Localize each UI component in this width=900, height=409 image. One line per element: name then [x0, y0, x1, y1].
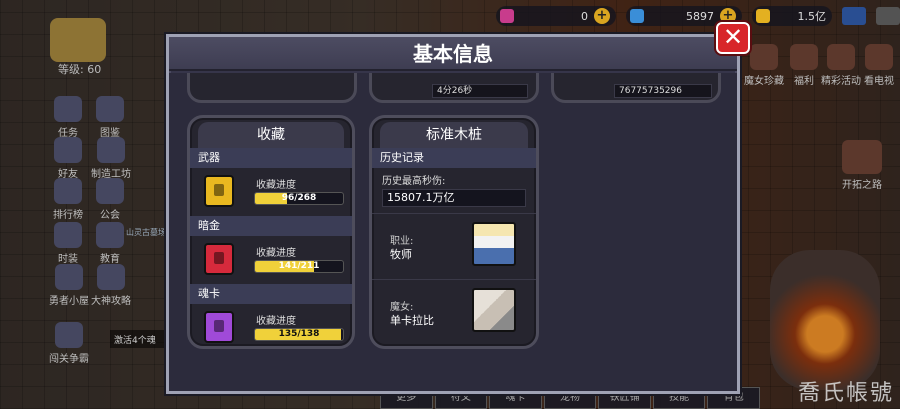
weapon-progress-bar: 96/268 — [254, 192, 344, 205]
dark-gold-collection-row[interactable]: 收藏进度 141/211 — [190, 236, 352, 284]
settings-icon[interactable] — [876, 7, 900, 25]
add-gem-button[interactable]: + — [594, 8, 610, 24]
gift-icon — [790, 44, 818, 70]
class-value: 牧师 — [390, 248, 412, 261]
dummy-title: 标准木桩 — [380, 122, 528, 148]
soul-card-progress-bar: 135/138 — [254, 328, 344, 341]
collection-card: 收藏 武器 收藏进度 96/268 暗金 收藏进度 141/211 魂卡 收藏进… — [187, 115, 355, 349]
player-avatar[interactable] — [50, 18, 106, 62]
clear-time-value: 4分26秒 — [432, 84, 528, 98]
dark-gold-section-header: 暗金 — [190, 216, 352, 236]
expedition-icon — [842, 140, 882, 174]
dialog-body[interactable]: 4分26秒 76775735296 收藏 武器 收藏进度 96/268 暗金 收… — [169, 73, 737, 391]
soul-card-icon — [204, 311, 234, 343]
fashion-icon — [54, 222, 82, 248]
arena-button[interactable]: 闯关争霸 — [44, 322, 94, 365]
house-icon — [55, 264, 83, 290]
witch-icon — [750, 44, 778, 70]
close-button[interactable]: ✕ — [716, 22, 750, 54]
codex-icon — [96, 96, 124, 122]
priest-portrait — [472, 222, 516, 266]
weapon-section-header: 武器 — [190, 148, 352, 168]
power-value: 76775735296 — [614, 84, 712, 98]
gem-counter: 0 + — [496, 6, 616, 26]
tv-button[interactable]: 看电视 — [858, 44, 900, 87]
workshop-icon — [97, 137, 125, 163]
ranking-button[interactable]: 排行榜 — [46, 178, 90, 221]
trophy-icon — [54, 178, 82, 204]
mail-icon[interactable] — [842, 7, 866, 25]
friends-icon — [54, 137, 82, 163]
weapon-collection-row[interactable]: 收藏进度 96/268 — [190, 168, 352, 216]
player-level: 等级: 60 — [58, 63, 102, 76]
left-menu: 等级: 60 任务 图鉴 好友 制造工坊 排行榜 公会 时装 教育 勇者小屋 大… — [0, 0, 170, 409]
class-row: 职业: 牧师 — [372, 213, 536, 279]
class-label: 职业: — [390, 236, 414, 247]
watermark: 喬氏帳號 — [797, 381, 894, 406]
max-dps-value: 15807.1万亿 — [382, 189, 526, 207]
event-icon — [827, 44, 855, 70]
arena-icon — [55, 322, 83, 348]
max-dps-label: 历史最高秒伤: — [382, 176, 446, 187]
guild-button[interactable]: 公会 — [88, 178, 132, 221]
witch-value: 单卡拉比 — [390, 314, 434, 327]
guide-button[interactable]: 大神攻略 — [86, 264, 136, 307]
prev-card-middle: 4分26秒 — [369, 73, 539, 103]
witch-collection-button[interactable]: 魔女珍藏 — [744, 44, 784, 87]
fashion-button[interactable]: 时装 — [46, 222, 90, 265]
quest-button[interactable]: 任务 — [46, 96, 90, 139]
coin-counter: 1.5亿 — [752, 6, 832, 26]
prev-card-left — [187, 73, 357, 103]
guild-icon — [96, 178, 124, 204]
gem-icon — [500, 9, 514, 23]
collection-title: 收藏 — [198, 122, 344, 148]
history-header: 历史记录 — [372, 148, 536, 168]
dark-gold-progress-bar: 141/211 — [254, 260, 344, 273]
friends-button[interactable]: 好友 — [46, 137, 90, 180]
education-icon — [96, 222, 124, 248]
tv-icon — [865, 44, 893, 70]
witch-portrait — [472, 288, 516, 332]
soul-card-section-header: 魂卡 — [190, 284, 352, 304]
expedition-button[interactable]: 开拓之路 — [834, 140, 890, 191]
dungeon-label: 山灵古墓场 — [126, 228, 166, 237]
witch-row: 魔女: 单卡拉比 — [372, 279, 536, 345]
quest-tracker[interactable]: 激活4个魂 — [110, 330, 170, 348]
guide-icon — [97, 264, 125, 290]
weapon-icon — [204, 175, 234, 207]
basic-info-dialog: 基本信息 4分26秒 76775735296 收藏 武器 收藏进度 96/268… — [166, 34, 740, 394]
coin-icon — [756, 9, 770, 23]
witch-label: 魔女: — [390, 302, 414, 313]
prev-card-right: 76775735296 — [551, 73, 721, 103]
workshop-button[interactable]: 制造工坊 — [86, 137, 136, 180]
dialog-title: 基本信息 — [169, 37, 737, 71]
dark-gold-icon — [204, 243, 234, 275]
training-dummy-card: 标准木桩 历史记录 历史最高秒伤: 15807.1万亿 职业: 牧师 魔女: 单… — [369, 115, 539, 349]
boss-monster — [770, 250, 880, 390]
quest-icon — [54, 96, 82, 122]
codex-button[interactable]: 图鉴 — [88, 96, 132, 139]
resource-bar: 0 + 5897 + 1.5亿 — [470, 4, 900, 28]
diamond-icon — [630, 9, 644, 23]
soul-card-collection-row[interactable]: 收藏进度 135/138 — [190, 304, 352, 352]
